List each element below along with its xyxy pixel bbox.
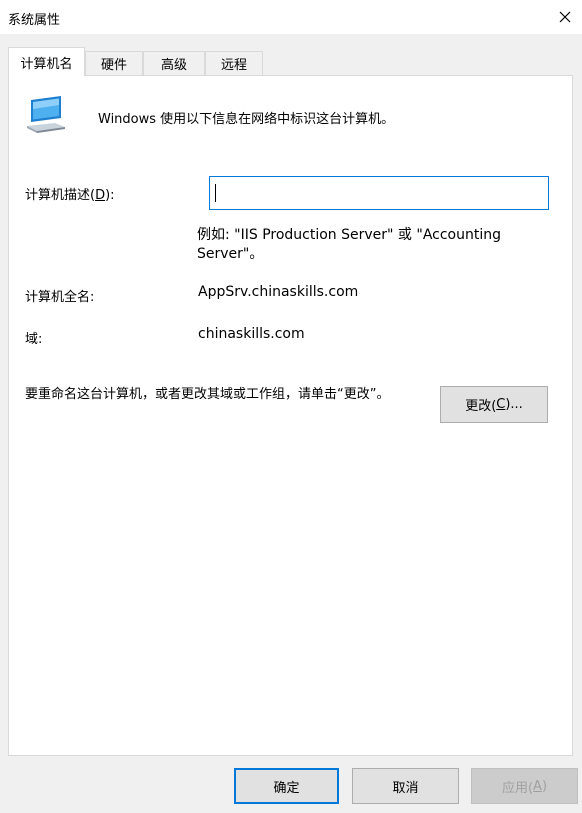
tab-label: 远程 xyxy=(220,58,247,73)
close-icon xyxy=(559,11,571,23)
button-text: 更改( xyxy=(465,399,497,414)
computer-description-input[interactable] xyxy=(209,176,549,210)
full-name-label: 计算机全名: xyxy=(25,290,95,305)
title-bar: 系统属性 xyxy=(0,0,582,34)
tab-advanced[interactable]: 高级 xyxy=(143,51,205,75)
window-title: 系统属性 xyxy=(8,13,61,28)
apply-button[interactable]: 应用(A) xyxy=(471,768,578,804)
access-key: D xyxy=(95,188,106,203)
close-button[interactable] xyxy=(548,0,582,34)
tab-computer-name[interactable]: 计算机名 xyxy=(8,47,85,76)
domain-label: 域: xyxy=(25,332,43,347)
text-caret xyxy=(215,184,216,202)
change-button[interactable]: 更改(C)... xyxy=(440,386,548,423)
tab-label: 计算机名 xyxy=(20,56,73,72)
button-text: ) xyxy=(541,778,548,794)
cancel-button[interactable]: 取消 xyxy=(352,768,459,804)
ok-button[interactable]: 确定 xyxy=(234,768,339,804)
domain-value: chinaskills.com xyxy=(198,326,305,342)
description-label: 计算机描述(D): xyxy=(25,184,115,203)
access-key: C xyxy=(496,397,506,412)
rename-instructions: 要重命名这台计算机，或者更改其域或工作组，请单击“更改”。 xyxy=(25,387,390,402)
tab-label: 高级 xyxy=(160,58,187,73)
example-hint: 例如: "IIS Production Server" 或 "Accountin… xyxy=(197,227,502,262)
button-text: 应用( xyxy=(501,780,534,796)
tab-label: 硬件 xyxy=(100,58,127,73)
intro-text: Windows 使用以下信息在网络中标识这台计算机。 xyxy=(98,112,395,127)
full-name-value: AppSrv.chinaskills.com xyxy=(198,284,359,300)
access-key: A xyxy=(533,778,542,794)
tab-remote[interactable]: 远程 xyxy=(205,51,263,75)
label-text: 计算机描述( xyxy=(25,188,96,203)
tab-hardware[interactable]: 硬件 xyxy=(85,51,143,75)
computer-icon xyxy=(27,96,65,133)
button-text: )... xyxy=(505,397,523,412)
label-text: ): xyxy=(105,188,115,203)
